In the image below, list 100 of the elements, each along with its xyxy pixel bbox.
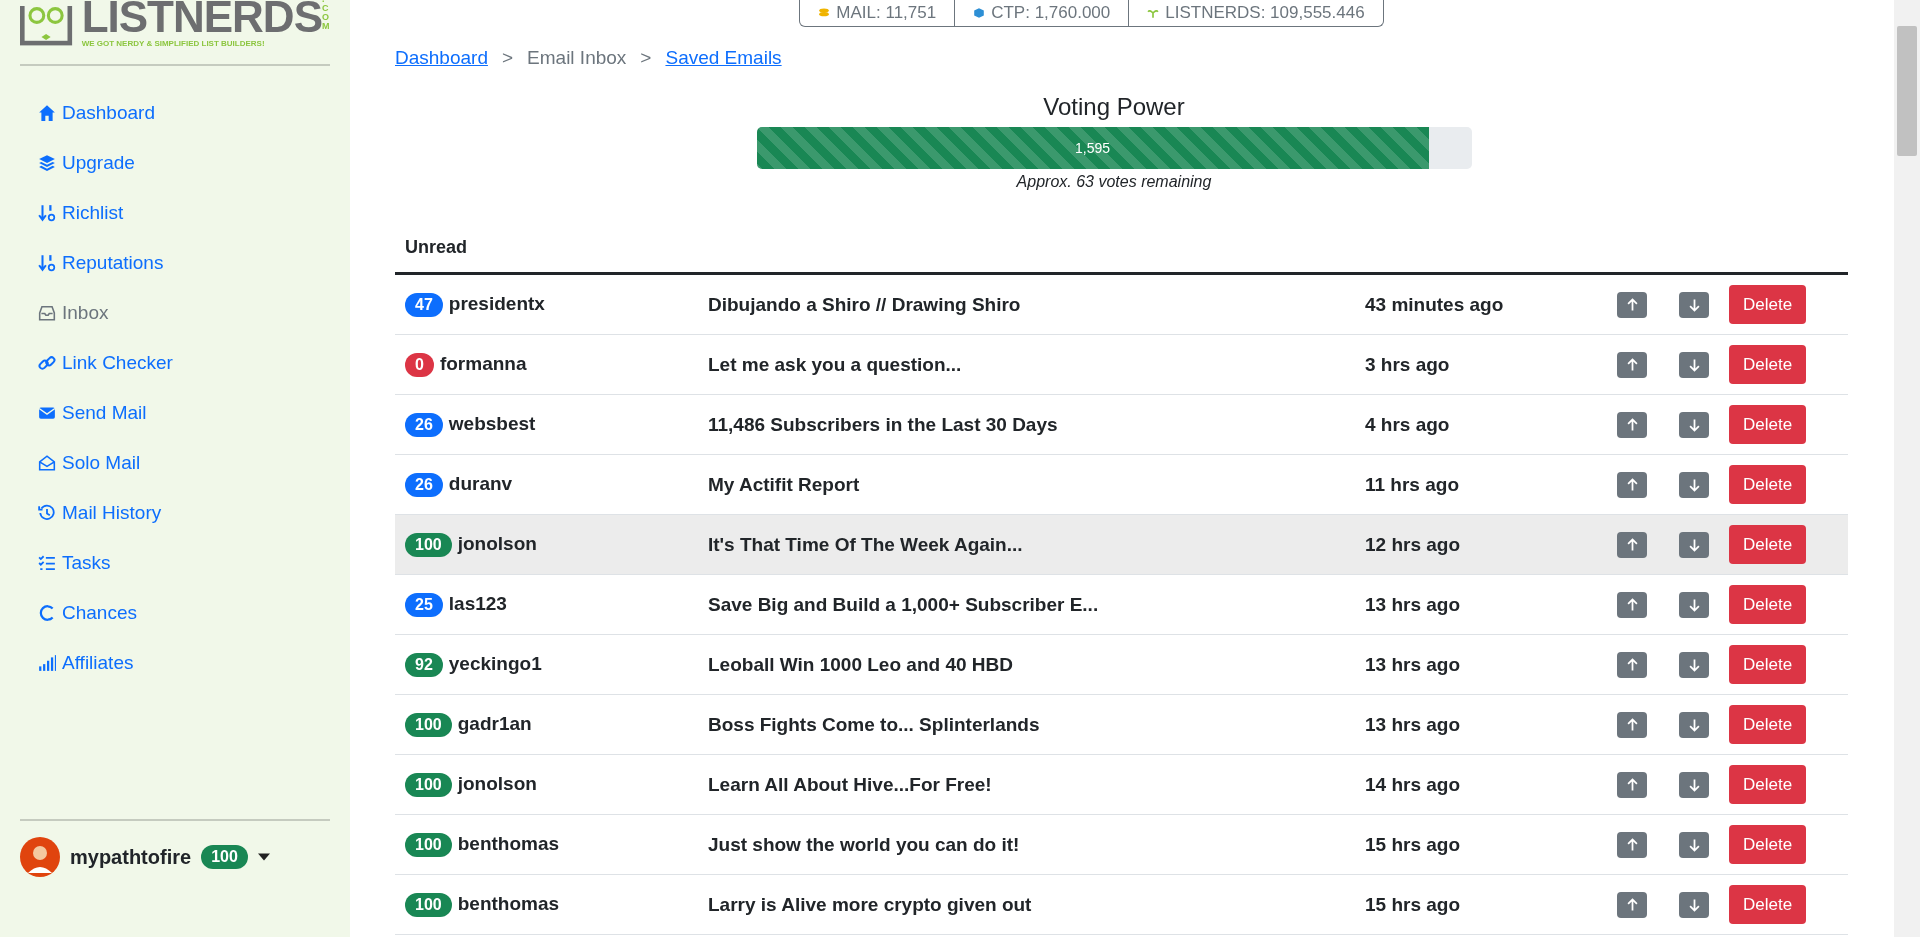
email-subject[interactable]: 11,486 Subscribers in the Last 30 Days (708, 413, 1058, 435)
upvote-button[interactable] (1617, 411, 1647, 438)
breadcrumb-link[interactable]: Saved Emails (665, 47, 782, 69)
breadcrumb-separator: > (640, 47, 652, 69)
time-ago: 15 hrs ago (1365, 893, 1461, 915)
table-row[interactable]: 100 benthomas Just show the world you can do it! 15 hrs ago Delete (395, 814, 1848, 875)
delete-button[interactable]: Delete (1729, 345, 1807, 384)
breadcrumb-separator: > (501, 47, 514, 69)
delete-button[interactable]: Delete (1729, 765, 1807, 804)
upvote-button[interactable] (1617, 771, 1647, 798)
arrow-down-icon (1688, 357, 1700, 372)
mail-open-icon (38, 454, 56, 472)
reputation-badge: 92 (405, 652, 443, 677)
sidebar-item[interactable]: Affiliates (38, 638, 330, 688)
sender-name: presidentx (448, 292, 545, 314)
sidebar-item[interactable]: Solo Mail (38, 438, 330, 488)
reputation-badge: 100 (405, 532, 452, 557)
upvote-button[interactable] (1617, 651, 1647, 678)
delete-button[interactable]: Delete (1729, 885, 1807, 924)
downvote-button[interactable] (1679, 471, 1709, 498)
delete-button[interactable]: Delete (1729, 645, 1807, 684)
sidebar-item[interactable]: Link Checker (38, 338, 330, 388)
downvote-button[interactable] (1679, 771, 1709, 798)
sort-icon (38, 254, 56, 272)
sidebar-item[interactable]: Tasks (38, 538, 330, 588)
downvote-button[interactable] (1679, 351, 1709, 378)
table-row[interactable]: 100 gadr1an Boss Fights Come to... Splinterlands 13 hrs ago Delete (395, 694, 1848, 755)
downvote-button[interactable] (1679, 411, 1709, 438)
delete-button[interactable]: Delete (1729, 285, 1807, 324)
sidebar-item[interactable]: Upgrade (38, 138, 330, 188)
reputation-badge: 47 (405, 292, 443, 317)
email-subject[interactable]: It's That Time Of The Week Again... (708, 533, 1023, 555)
arrow-down-icon (1688, 777, 1700, 792)
balance-text: MAIL: 11,751 (836, 3, 937, 23)
delete-button[interactable]: Delete (1729, 525, 1807, 564)
downvote-button[interactable] (1679, 891, 1709, 918)
breadcrumb-link[interactable]: Dashboard (395, 47, 488, 69)
delete-button[interactable]: Delete (1729, 585, 1807, 624)
caret-icon[interactable] (257, 853, 270, 861)
email-subject[interactable]: Learn All About Hive...For Free! (708, 773, 992, 795)
email-subject[interactable]: Dibujando a Shiro // Drawing Shiro (708, 293, 1021, 315)
sender-name: formanna (439, 352, 527, 374)
email-subject[interactable]: My Actifit Report (708, 473, 860, 495)
reputation-badge: 100 (405, 832, 452, 857)
downvote-button[interactable] (1679, 591, 1709, 618)
upvote-button[interactable] (1617, 351, 1647, 378)
upvote-button[interactable] (1617, 891, 1647, 918)
reputation-badge: 100 (405, 772, 452, 797)
downvote-button[interactable] (1679, 531, 1709, 558)
sender-name: benthomas (457, 892, 560, 914)
email-subject[interactable]: Save Big and Build a 1,000+ Subscriber E... (708, 593, 1099, 615)
sidebar-item[interactable]: Reputations (38, 238, 330, 288)
sidebar-item[interactable]: Chances (38, 588, 330, 638)
delete-button[interactable]: Delete (1729, 465, 1807, 504)
table-row[interactable]: 47 presidentx Dibujando a Shiro // Drawing Shiro 43 minutes ago Delete (395, 273, 1848, 335)
sidebar-item[interactable]: Inbox (38, 288, 330, 338)
cube-icon (973, 7, 986, 19)
email-subject[interactable]: Leoball Win 1000 Leo and 40 HBD (708, 653, 1013, 675)
arrow-up-icon (1626, 357, 1638, 372)
table-row[interactable]: 25 las123 Save Big and Build a 1,000+ Subscriber E... 13 hrs ago Delete (395, 574, 1848, 635)
table-row[interactable]: 0 formanna Let me ask you a question... 3 hrs ago Delete (395, 334, 1848, 395)
time-ago: 15 hrs ago (1365, 833, 1461, 855)
sidebar-item[interactable]: Mail History (38, 488, 330, 538)
arrow-up-icon (1626, 477, 1638, 492)
arrow-down-icon (1688, 837, 1700, 852)
upvote-button[interactable] (1617, 591, 1647, 618)
table-row[interactable]: 100 jonolson It's That Time Of The Week Again... 12 hrs ago Delete (395, 514, 1848, 575)
upvote-button[interactable] (1617, 531, 1647, 558)
avatar (20, 837, 60, 877)
logo-tagline: WE GOT NERDY & SIMPLIFIED LIST BUILDERS! (81, 39, 266, 48)
balance-text: LISTNERDS: 109,555.446 (1165, 3, 1365, 23)
email-subject[interactable]: Boss Fights Come to... Splinterlands (708, 713, 1040, 735)
table-row[interactable]: 26 websbest 11,486 Subscribers in the Last 30 Days 4 hrs ago Delete (395, 394, 1848, 455)
delete-button[interactable]: Delete (1729, 405, 1807, 444)
upvote-button[interactable] (1617, 471, 1647, 498)
delete-button[interactable]: Delete (1729, 705, 1807, 744)
email-subject[interactable]: Let me ask you a question... (708, 353, 962, 375)
table-row[interactable]: 100 benthomas Larry is Alive more crypto given out 15 hrs ago Delete (395, 874, 1848, 935)
time-ago: 13 hrs ago (1365, 713, 1461, 735)
downvote-button[interactable] (1679, 291, 1709, 318)
sidebar-item[interactable]: Richlist (38, 188, 330, 238)
email-subject[interactable]: Just show the world you can do it! (708, 833, 1020, 855)
arrow-up-icon (1626, 297, 1638, 312)
upvote-button[interactable] (1617, 291, 1647, 318)
email-subject[interactable]: Larry is Alive more crypto given out (708, 893, 1032, 915)
sidebar-item[interactable]: Send Mail (38, 388, 330, 438)
table-row[interactable]: 92 yeckingo1 Leoball Win 1000 Leo and 40 HBD 13 hrs ago Delete (395, 634, 1848, 695)
downvote-button[interactable] (1679, 651, 1709, 678)
voting-power-title: Voting Power (1043, 93, 1185, 121)
delete-button[interactable]: Delete (1729, 825, 1807, 864)
scrollbar[interactable] (1894, 0, 1920, 937)
table-row[interactable]: 26 duranv My Actifit Report 11 hrs ago Delete (395, 454, 1848, 515)
sidebar-item[interactable]: Dashboard (38, 88, 330, 138)
downvote-button[interactable] (1679, 711, 1709, 738)
sender-name: websbest (448, 412, 536, 434)
username[interactable]: mypathtofire (70, 845, 192, 869)
upvote-button[interactable] (1617, 711, 1647, 738)
downvote-button[interactable] (1679, 831, 1709, 858)
table-row[interactable]: 100 jonolson Learn All About Hive...For Free! 14 hrs ago Delete (395, 754, 1848, 815)
upvote-button[interactable] (1617, 831, 1647, 858)
